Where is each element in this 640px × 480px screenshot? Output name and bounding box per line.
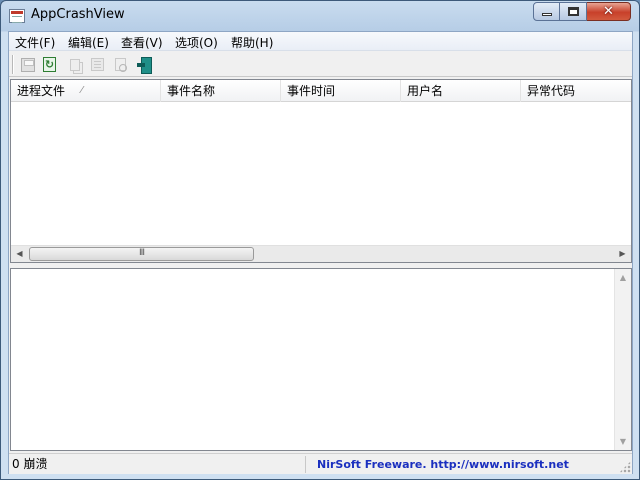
find-button[interactable] — [111, 55, 130, 74]
find-icon — [115, 58, 127, 72]
refresh-icon: ↻ — [43, 57, 56, 72]
menu-edit[interactable]: 编辑(E) — [68, 34, 109, 51]
menu-options[interactable]: 选项(O) — [175, 34, 218, 51]
exit-button[interactable] — [134, 55, 153, 74]
menu-bar: 文件(F) 编辑(E) 查看(V) 选项(O) 帮助(H) — [9, 32, 632, 51]
menu-help[interactable]: 帮助(H) — [231, 34, 273, 51]
column-user-name[interactable]: 用户名 — [401, 80, 521, 102]
copy-button[interactable] — [65, 55, 84, 74]
app-window: AppCrashView ✕ 文件(F) 编辑(E) 查看(V) 选项(O) 帮… — [0, 0, 640, 480]
scroll-down-icon[interactable]: ▼ — [615, 433, 631, 450]
refresh-button[interactable]: ↻ — [40, 55, 59, 74]
maximize-icon — [567, 7, 579, 16]
close-icon: ✕ — [603, 4, 614, 19]
minimize-button[interactable] — [533, 2, 560, 21]
column-label: 事件名称 — [167, 84, 216, 98]
minimize-icon — [541, 13, 552, 16]
horizontal-scrollbar[interactable]: ◀ III ▶ — [11, 245, 631, 262]
properties-button[interactable] — [88, 55, 107, 74]
column-event-time[interactable]: 事件时间 — [281, 80, 401, 102]
status-bar: 0 崩溃 NirSoft Freeware. http://www.nirsof… — [9, 453, 632, 474]
properties-icon — [91, 58, 104, 71]
title-bar[interactable]: AppCrashView ✕ — [1, 1, 639, 31]
toolbar-grip[interactable] — [12, 55, 14, 74]
exit-icon — [136, 56, 152, 74]
caption-buttons: ✕ — [533, 2, 631, 21]
copy-icon — [69, 58, 80, 71]
scroll-up-icon[interactable]: ▲ — [615, 269, 631, 286]
vertical-scrollbar[interactable]: ▲ ▼ — [614, 269, 631, 450]
menu-file[interactable]: 文件(F) — [15, 34, 55, 51]
list-header: 进程文件 ⁄ 事件名称 事件时间 用户名 异常代码 — [11, 80, 631, 102]
app-icon[interactable] — [9, 9, 25, 23]
menu-view[interactable]: 查看(V) — [121, 34, 163, 51]
scroll-left-icon[interactable]: ◀ — [11, 246, 28, 262]
scroll-right-icon[interactable]: ▶ — [614, 246, 631, 262]
resize-grip[interactable] — [619, 461, 631, 473]
save-icon — [20, 57, 35, 72]
details-pane[interactable]: ▲ ▼ — [10, 268, 632, 451]
sort-ascending-icon: ⁄ — [81, 85, 83, 96]
save-button[interactable] — [18, 55, 37, 74]
column-label: 用户名 — [407, 84, 444, 98]
maximize-button[interactable] — [560, 2, 587, 21]
column-label: 事件时间 — [287, 84, 336, 98]
column-label: 异常代码 — [527, 84, 576, 98]
crash-count: 0 崩溃 — [11, 456, 306, 473]
column-exception-code[interactable]: 异常代码 — [521, 80, 633, 102]
client-area: 文件(F) 编辑(E) 查看(V) 选项(O) 帮助(H) ↻ 进程文件 ⁄ 事… — [8, 31, 633, 474]
window-title: AppCrashView — [31, 7, 125, 22]
close-button[interactable]: ✕ — [587, 2, 631, 21]
scrollbar-thumb[interactable]: III — [29, 247, 254, 261]
nirsoft-link[interactable]: NirSoft Freeware. http://www.nirsoft.net — [317, 456, 569, 473]
column-event-name[interactable]: 事件名称 — [161, 80, 281, 102]
crash-list[interactable]: 进程文件 ⁄ 事件名称 事件时间 用户名 异常代码 ◀ III ▶ — [10, 79, 632, 263]
column-label: 进程文件 — [17, 84, 66, 98]
toolbar: ↻ — [9, 52, 632, 77]
column-process-file[interactable]: 进程文件 — [11, 80, 161, 102]
